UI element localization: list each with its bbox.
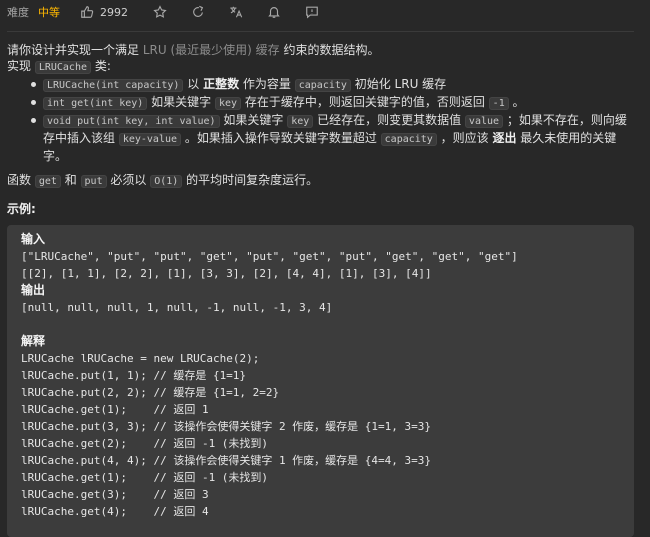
text: 函数	[7, 173, 35, 187]
code-line: LRUCache lRUCache = new LRUCache(2);	[21, 352, 260, 365]
code-line: lRUCache.get(4); // 返回 4	[21, 505, 209, 518]
inline-code: void put(int key, int value)	[43, 115, 220, 128]
toolbar-divider	[7, 31, 634, 32]
code-line: lRUCache.get(1); // 返回 -1 (未找到)	[21, 471, 269, 484]
list-item: void put(int key, int value) 如果关键字 key 已…	[7, 112, 637, 164]
star-icon[interactable]	[153, 5, 167, 19]
inline-code: value	[464, 115, 504, 128]
inline-code: key	[214, 97, 242, 110]
output-line: [null, null, null, 1, null, -1, null, -1…	[21, 301, 333, 314]
example-content: 输入 ["LRUCache", "put", "put", "get", "pu…	[21, 231, 624, 520]
text: 初始化 LRU 缓存	[350, 77, 447, 91]
input-heading: 输入	[21, 232, 46, 246]
code-line: lRUCache.get(1); // 返回 1	[21, 403, 209, 416]
code-line: lRUCache.put(1, 1); // 缓存是 {1=1}	[21, 369, 247, 382]
code-line: lRUCache.put(2, 2); // 缓存是 {1=1, 2=2}	[21, 386, 280, 399]
problem-description: 请你设计并实现一个满足 LRU (最近最少使用) 缓存 约束的数据结构。 实现 …	[7, 42, 637, 190]
text: 必须以	[106, 173, 151, 187]
code-line: lRUCache.put(3, 3); // 该操作会使得关键字 2 作废，缓存…	[21, 420, 432, 433]
text: 如果关键字	[219, 113, 288, 127]
example-block: 输入 ["LRUCache", "put", "put", "get", "pu…	[7, 225, 634, 537]
code-line: lRUCache.put(4, 4); // 该操作会使得关键字 1 作废，缓存…	[21, 454, 432, 467]
desc-line-2: 实现 LRUCache 类:	[7, 58, 637, 76]
inline-code: key	[287, 115, 314, 128]
thumb-up-icon[interactable]	[80, 5, 94, 19]
text: 。如果插入操作导致关键字数量超过	[181, 131, 381, 145]
list-item: LRUCache(int capacity) 以 正整数 作为容量 capaci…	[7, 76, 637, 94]
code-line: lRUCache.get(3); // 返回 3	[21, 488, 209, 501]
inline-code: O(1)	[150, 175, 183, 188]
text: 类:	[91, 59, 111, 73]
input-line: [[2], [1, 1], [2, 2], [1], [3, 3], [2], …	[21, 267, 432, 280]
code-line: lRUCache.get(2); // 返回 -1 (未找到)	[21, 437, 269, 450]
inline-code: key-value	[118, 133, 182, 146]
text: 请你设计并实现一个满足	[7, 43, 143, 57]
text: 作为容量	[239, 77, 295, 91]
text: 约束的数据结构。	[279, 43, 380, 57]
difficulty-label: 难度	[7, 6, 29, 19]
difficulty-value: 中等	[38, 6, 60, 19]
inline-code: LRUCache	[34, 61, 91, 74]
feedback-icon[interactable]	[305, 5, 319, 19]
input-line: ["LRUCache", "put", "put", "get", "put",…	[21, 250, 518, 263]
desc-line-4: 函数 get 和 put 必须以 O(1) 的平均时间复杂度运行。	[7, 172, 637, 190]
share-icon[interactable]	[191, 5, 205, 19]
inline-code: put	[80, 175, 107, 188]
text: 已经存在，则变更其数据值	[313, 113, 465, 127]
output-heading: 输出	[21, 283, 46, 297]
lru-link[interactable]: LRU (最近最少使用) 缓存	[143, 43, 280, 57]
text: 以	[183, 77, 204, 91]
text: 。	[508, 95, 525, 109]
inline-code: get	[34, 175, 61, 188]
problem-toolbar: 难度 中等 2992	[7, 0, 319, 24]
text: 的平均时间复杂度运行。	[182, 173, 319, 187]
inline-code: capacity	[294, 79, 351, 92]
text: 实现	[7, 59, 35, 73]
text: ，则应该	[436, 131, 493, 145]
list-item: int get(int key) 如果关键字 key 存在于缓存中，则返回关键字…	[7, 94, 637, 112]
like-count: 2992	[100, 5, 128, 19]
inline-code: LRUCache(int capacity)	[43, 79, 184, 92]
method-list: LRUCache(int capacity) 以 正整数 作为容量 capaci…	[7, 76, 637, 164]
desc-line-1: 请你设计并实现一个满足 LRU (最近最少使用) 缓存 约束的数据结构。	[7, 42, 637, 58]
bell-icon[interactable]	[267, 5, 281, 19]
bold-text: 正整数	[203, 77, 240, 91]
bold-text: 逐出	[492, 131, 517, 145]
inline-code: int get(int key)	[43, 97, 148, 110]
translate-icon[interactable]	[229, 5, 243, 19]
inline-code: capacity	[380, 133, 437, 146]
example-title: 示例:	[7, 202, 36, 216]
text: 和	[60, 173, 81, 187]
text: 如果关键字	[147, 95, 215, 109]
inline-code: -1	[488, 97, 509, 110]
text: 存在于缓存中，则返回关键字的值，否则返回	[241, 95, 489, 109]
explain-heading: 解释	[21, 334, 46, 348]
